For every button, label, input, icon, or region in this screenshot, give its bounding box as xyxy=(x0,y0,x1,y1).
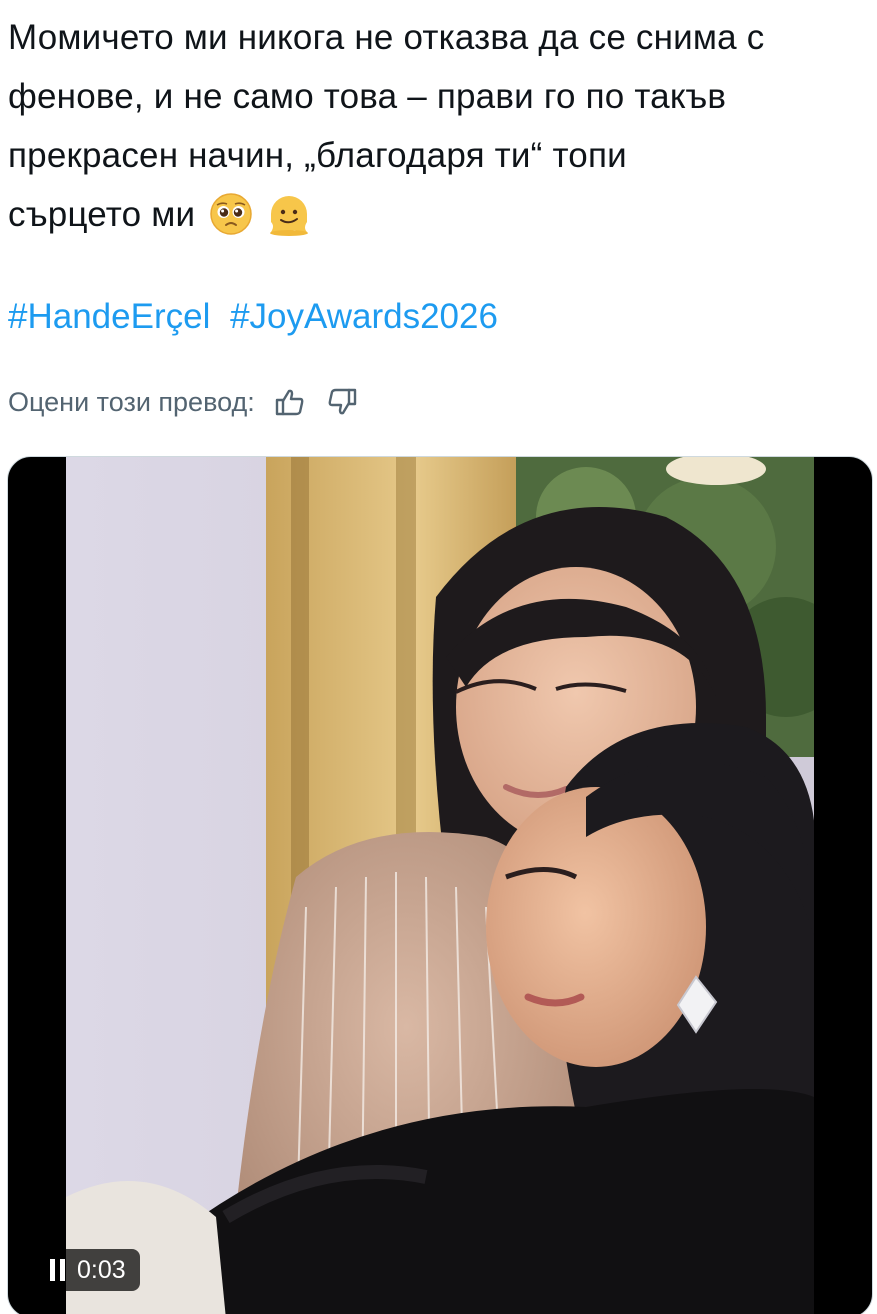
thumbs-down-icon[interactable] xyxy=(325,385,359,419)
thumbs-up-icon[interactable] xyxy=(273,385,307,419)
video-timestamp: 0:03 xyxy=(77,1255,126,1284)
hashtag-row: #HandeErçel #JoyAwards2026 xyxy=(8,292,508,342)
hashtag-link[interactable]: #HandeErçel xyxy=(8,297,210,336)
hashtag-link[interactable]: #JoyAwards2026 xyxy=(230,297,498,336)
tweet-text-line: фенове, и не само това – прави го по так… xyxy=(8,77,727,116)
rate-translation-row: Оцени този превод: xyxy=(8,380,359,424)
tweet-text-line: Момичето ми никога не отказва да се сним… xyxy=(8,18,765,57)
video-player[interactable]: 0:03 xyxy=(7,456,873,1314)
tweet-text-line-last: сърцето ми xyxy=(8,185,870,244)
video-frame-image xyxy=(66,457,814,1314)
rate-translation-label: Оцени този превод: xyxy=(8,386,255,417)
tweet-text: Момичето ми никога не отказва да се сним… xyxy=(8,8,870,244)
melting-face-emoji xyxy=(270,196,309,236)
tweet-text-line: прекрасен начин, „благодаря ти“ топи xyxy=(8,136,627,175)
pleading-face-emoji xyxy=(210,193,252,235)
pause-icon[interactable] xyxy=(50,1259,65,1281)
video-time-badge[interactable]: 0:03 xyxy=(38,1249,140,1291)
